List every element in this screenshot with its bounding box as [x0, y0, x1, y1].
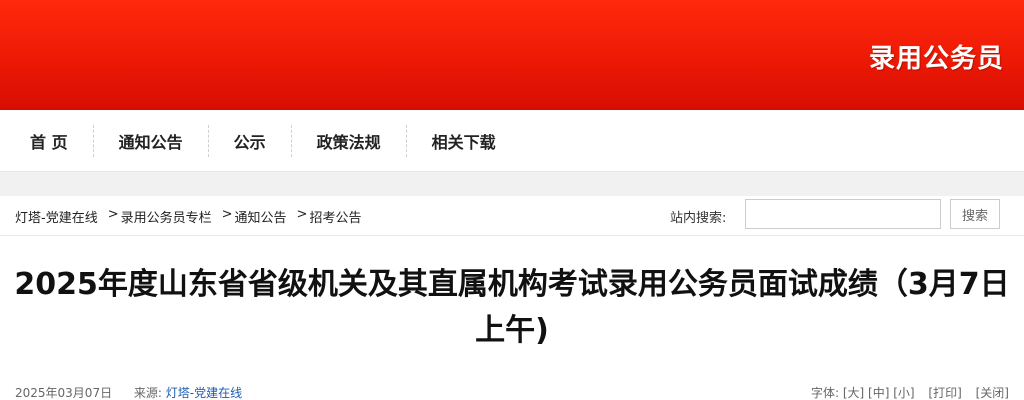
breadcrumb-separator: > [221, 207, 233, 222]
publish-date: 2025年03月07日 [15, 386, 113, 400]
breadcrumb-civil-servant-link[interactable]: 录用公务员专栏 [121, 207, 212, 226]
search-label: 站内搜索: [670, 211, 727, 226]
font-size-label: 字体: [810, 386, 839, 400]
close-button[interactable]: [关闭] [976, 386, 1009, 400]
breadcrumb-recruitment-link[interactable]: 招考公告 [309, 207, 361, 226]
nav-item-notices[interactable]: 通知公告 [92, 124, 208, 157]
source-label: 来源: [133, 386, 162, 400]
breadcrumb-bar: 灯塔-党建在线 > 录用公务员专栏 > 通知公告 > 招考公告 站内搜索: 搜索 [0, 196, 1024, 236]
breadcrumb-separator: > [107, 207, 119, 222]
section-divider [0, 172, 1024, 196]
search-button[interactable]: 搜索 [950, 199, 1000, 229]
article-tools: 字体: [大] [中] [小] [打印] [关闭] [811, 384, 1009, 400]
header-banner: 录用公务员 [0, 0, 1024, 110]
main-nav: 首 页 通知公告 公示 政策法规 相关下载 [0, 110, 1024, 172]
nav-item-downloads[interactable]: 相关下载 [405, 124, 521, 157]
nav-item-policies[interactable]: 政策法规 [290, 124, 406, 157]
article-title: 2025年度山东省省级机关及其直属机构考试录用公务员面试成绩（3月7日上午) [14, 267, 1010, 348]
font-small-button[interactable]: [小] [893, 386, 914, 400]
font-large-button[interactable]: [大] [843, 386, 864, 400]
article-meta: 2025年03月07日 来源: 灯塔-党建在线 [15, 384, 242, 400]
print-button[interactable]: [打印] [928, 386, 961, 400]
font-medium-button[interactable]: [中] [868, 386, 889, 400]
breadcrumb: 灯塔-党建在线 > 录用公务员专栏 > 通知公告 > 招考公告 [15, 207, 361, 226]
breadcrumb-separator: > [296, 207, 308, 222]
nav-item-public-notice[interactable]: 公示 [207, 124, 291, 157]
source-link[interactable]: 灯塔-党建在线 [166, 386, 242, 400]
breadcrumb-home-link[interactable]: 灯塔-党建在线 [15, 207, 98, 226]
search-input[interactable] [745, 199, 941, 229]
nav-item-home[interactable]: 首 页 [0, 125, 93, 157]
banner-title: 录用公务员 [868, 44, 1004, 74]
breadcrumb-notices-link[interactable]: 通知公告 [235, 207, 287, 226]
